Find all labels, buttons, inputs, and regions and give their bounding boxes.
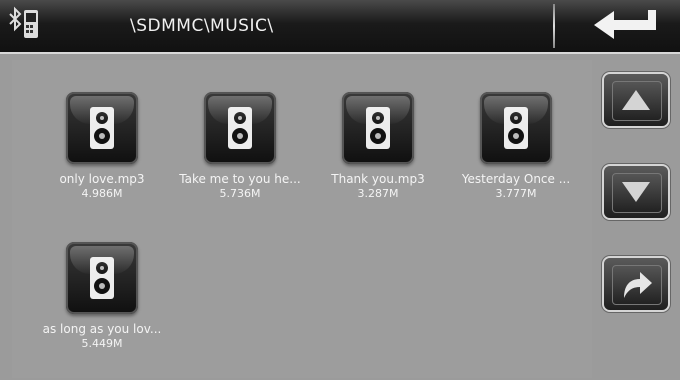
bluetooth-icon (9, 6, 22, 32)
status-icons (9, 6, 38, 38)
speaker-icon (66, 242, 138, 314)
file-name: as long as you lov... (42, 322, 162, 336)
file-item[interactable]: only love.mp3 4.986M (32, 92, 172, 200)
file-name: Take me to you he... (179, 172, 301, 186)
speaker-icon (204, 92, 276, 164)
file-size: 3.287M (357, 187, 399, 200)
speaker-icon (66, 92, 138, 164)
file-item[interactable]: as long as you lov... 5.449M (32, 242, 172, 350)
speaker-icon (342, 92, 414, 164)
file-grid: only love.mp3 4.986M Take me to you he..… (12, 60, 592, 378)
curved-arrow-icon (624, 272, 652, 298)
triangle-down-icon (622, 182, 650, 202)
file-name: Thank you.mp3 (331, 172, 425, 186)
triangle-up-icon (622, 90, 650, 110)
enter-button[interactable] (604, 258, 668, 310)
phone-icon (24, 10, 38, 38)
file-size: 4.986M (81, 187, 123, 200)
file-item[interactable]: Thank you.mp3 3.287M (308, 92, 448, 200)
back-button[interactable] (590, 6, 662, 44)
file-size: 3.777M (495, 187, 537, 200)
file-size: 5.449M (81, 337, 123, 350)
file-item[interactable]: Yesterday Once ... 3.777M (446, 92, 586, 200)
file-item[interactable]: Take me to you he... 5.736M (170, 92, 310, 200)
file-size: 5.736M (219, 187, 261, 200)
scroll-down-button[interactable] (604, 166, 668, 218)
current-path: \SDMMC\MUSIC\ (130, 16, 274, 36)
file-name: Yesterday Once ... (461, 172, 571, 186)
back-arrow-icon (594, 10, 656, 39)
title-bar: \SDMMC\MUSIC\ (0, 0, 680, 54)
speaker-icon (480, 92, 552, 164)
file-browser-screen: \SDMMC\MUSIC\ only love.mp3 4.986M Take … (0, 0, 680, 380)
file-name: only love.mp3 (59, 172, 145, 186)
title-divider (553, 4, 555, 48)
scroll-up-button[interactable] (604, 74, 668, 126)
